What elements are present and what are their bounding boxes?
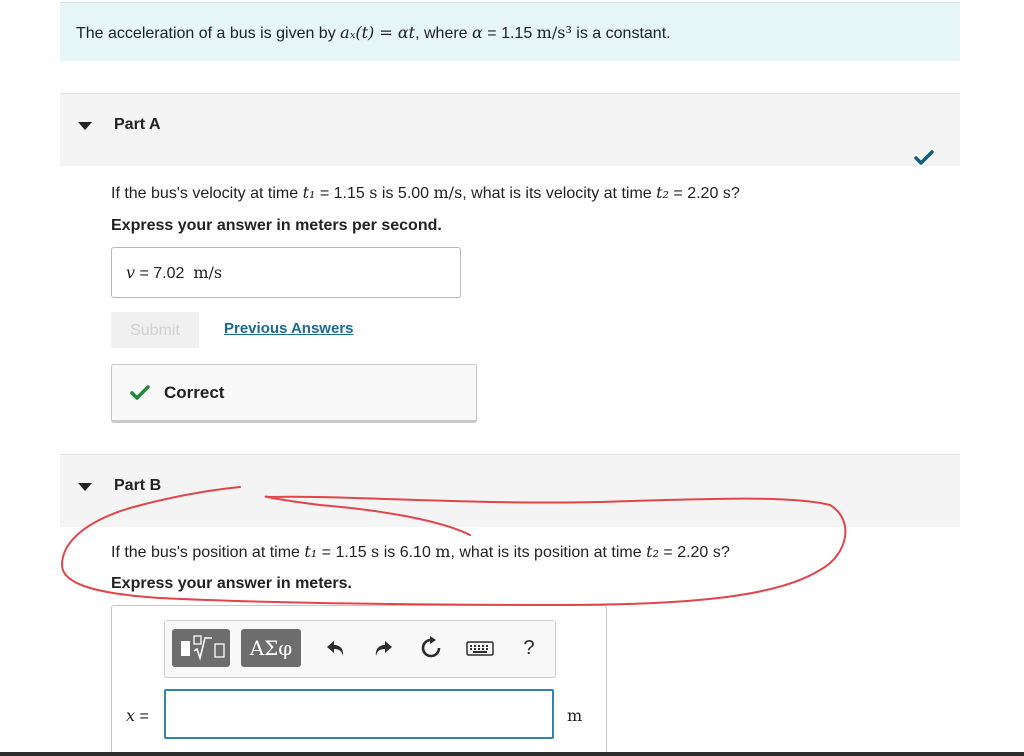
reset-icon [421, 636, 441, 658]
part-b-q-prefix: If the bus's position at time [111, 544, 305, 561]
part-a-complete-check-icon [914, 150, 934, 165]
t2-value: = 2.20 [668, 185, 723, 202]
acceleration-formula: aₓ(t) = αt [340, 23, 416, 42]
previous-answers-link[interactable]: Previous Answers [224, 320, 354, 337]
submit-button[interactable]: Submit [111, 312, 199, 348]
part-a-q-end: ? [731, 185, 740, 202]
collapse-triangle-icon[interactable] [78, 122, 92, 130]
part-b-title: Part B [114, 477, 162, 494]
t1-value: = 1.15 [317, 544, 372, 561]
templates-icon [181, 635, 225, 661]
keyboard-icon [466, 641, 494, 656]
part-a-title: Part A [114, 116, 161, 133]
part-a-header[interactable]: Part A [60, 93, 960, 166]
position-unit: m [435, 542, 451, 561]
answer-equals: = [135, 708, 149, 725]
part-b-q-end: ? [721, 544, 730, 561]
t2-value: = 2.20 [658, 544, 713, 561]
part-b-answer-label: x = [126, 706, 149, 726]
templates-button[interactable] [172, 629, 230, 667]
part-b-question: If the bus's position at time t₁ = 1.15 … [111, 542, 730, 562]
part-b-answer-unit: m [567, 706, 583, 725]
part-a-question: If the bus's velocity at time t₁ = 1.15 … [111, 183, 740, 203]
part-b-header[interactable]: Part B [60, 454, 960, 527]
t1-value: = 1.15 [315, 185, 370, 202]
keyboard-button[interactable] [465, 635, 495, 661]
answer-unit-v: m/s [193, 263, 223, 282]
t2-symbol: t₂ [646, 542, 659, 561]
part-b-q-mid2: , what is its position at time [450, 544, 647, 561]
alpha-value: 1.15 [501, 25, 533, 42]
part-a-q-prefix: If the bus's velocity at time [111, 185, 303, 202]
problem-mid: , where [415, 25, 473, 42]
part-b-instruction: Express your answer in meters. [111, 575, 352, 592]
greek-symbols-button[interactable]: ΑΣφ [241, 629, 301, 667]
t2-symbol: t₂ [656, 183, 669, 202]
reset-button[interactable] [418, 635, 444, 661]
correct-check-icon [130, 385, 150, 400]
problem-intro: The acceleration of a bus is given by [76, 25, 341, 42]
bottom-divider [0, 752, 1024, 756]
t1-symbol: t₁ [304, 542, 318, 561]
answer-var-x: x [126, 706, 136, 725]
answer-var-v: v [126, 263, 136, 282]
t1-symbol: t₁ [302, 183, 316, 202]
t2-unit: s [712, 542, 721, 561]
part-a-answer-field[interactable]: v = 7.02 m/s [111, 247, 461, 298]
undo-button[interactable] [323, 635, 349, 661]
redo-button[interactable] [370, 635, 396, 661]
problem-outro: is a constant. [571, 25, 671, 42]
alpha-equals: = [482, 25, 502, 42]
math-toolbar: ΑΣφ ? [164, 620, 556, 678]
problem-text: The acceleration of a bus is given by aₓ… [76, 23, 671, 43]
undo-icon [327, 641, 344, 656]
redo-icon [375, 641, 392, 656]
t2-unit: s [722, 183, 732, 202]
part-a-q-mid2: , what is its velocity at time [462, 185, 657, 202]
answer-value-v: 7.02 [153, 265, 185, 282]
help-button[interactable]: ? [516, 635, 542, 661]
part-a-instruction: Express your answer in meters per second… [111, 217, 442, 234]
part-b-q-mid: is 6.10 [379, 544, 436, 561]
part-a-answer: v = 7.02 m/s [126, 263, 222, 283]
part-a-q-mid: is 5.00 [377, 185, 434, 202]
alpha-unit: m/s³ [536, 23, 572, 42]
alpha-symbol: α [472, 23, 483, 42]
collapse-triangle-icon[interactable] [78, 483, 92, 491]
correct-label: Correct [164, 383, 225, 402]
answer-equals: = [135, 265, 154, 282]
part-b-answer-input[interactable] [164, 689, 554, 739]
velocity-unit: m/s [433, 183, 463, 202]
problem-statement: The acceleration of a bus is given by aₓ… [60, 2, 960, 61]
correct-feedback: Correct [111, 364, 477, 423]
